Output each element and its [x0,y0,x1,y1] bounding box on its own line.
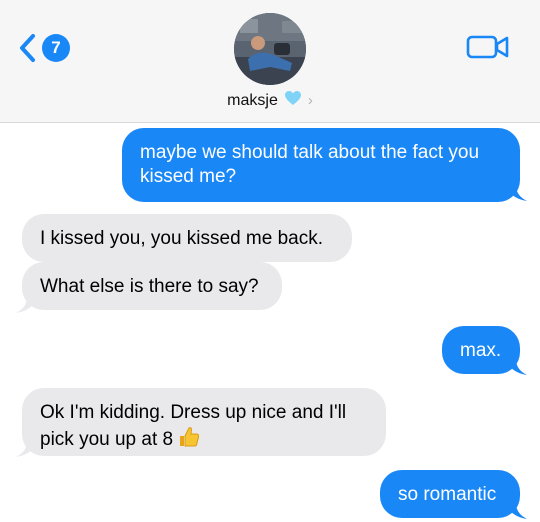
contact-name: maksje [227,91,278,109]
incoming-message[interactable]: What else is there to say? [22,262,282,310]
incoming-message[interactable]: I kissed you, you kissed me back. [22,214,352,262]
video-camera-icon [466,35,509,59]
outgoing-message[interactable]: maybe we should talk about the fact you … [122,128,520,202]
back-button[interactable]: 7 [18,30,78,66]
video-call-button[interactable] [466,35,510,59]
message-text: What else is there to say? [40,276,259,297]
message-text: so romantic [398,484,497,505]
light-blue-heart-icon [284,90,302,111]
incoming-message[interactable]: Ok I'm kidding. Dress up nice and I'll p… [22,388,386,456]
conversation-header: 7 maksje › [0,0,540,123]
message-text: max. [460,340,502,361]
chevron-left-icon [20,34,35,62]
outgoing-bubble-tail [505,498,527,519]
incoming-bubble-tail [16,436,38,457]
message-text: maybe we should talk about the fact you … [140,142,480,187]
avatar[interactable] [234,13,306,85]
outgoing-message[interactable]: so romantic [380,470,520,518]
message-text: I kissed you, you kissed me back. [40,228,324,249]
incoming-bubble-tail [16,292,38,313]
chevron-right-icon: › [307,92,313,109]
thumbs-up-icon [177,425,201,456]
outgoing-bubble-tail [505,354,527,375]
contact-name-row[interactable]: maksje › [0,90,540,111]
unread-count-badge: 7 [42,34,70,62]
outgoing-bubble-tail [505,180,527,201]
